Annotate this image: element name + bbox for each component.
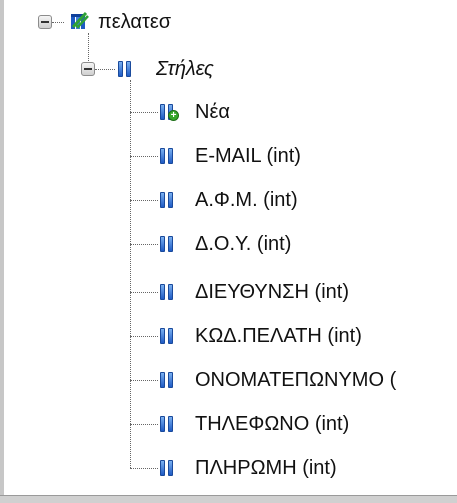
column-item-email[interactable]: E-MAIL (int) (195, 144, 301, 168)
panel-bottom-border (0, 496, 457, 503)
column-item-phone[interactable]: ΤΗΛΕΦΩΝΟ (int) (195, 412, 349, 436)
collapse-columns-toggle[interactable] (81, 62, 95, 76)
tree-connector (130, 156, 158, 157)
columns-icon (118, 61, 134, 77)
panel-left-border (0, 0, 4, 503)
tree-connector (52, 22, 64, 23)
column-item-payment[interactable]: ΠΛΗΡΩΜΗ (int) (195, 456, 337, 480)
minus-icon (41, 21, 49, 23)
column-icon (160, 328, 176, 344)
tree-connector (130, 80, 131, 468)
tree-connector (130, 112, 158, 113)
column-icon (160, 236, 176, 252)
column-icon (160, 192, 176, 208)
column-icon (160, 148, 176, 164)
column-icon (160, 416, 176, 432)
column-item-fullname[interactable]: ΟΝΟΜΑΤΕΠΩΝΥΜΟ ( (195, 368, 396, 392)
tree-connector (130, 468, 158, 469)
tree-connector (130, 292, 158, 293)
add-column-icon: + (160, 104, 179, 121)
column-item-address[interactable]: ΔΙΕΥΘΥΝΣΗ (int) (195, 280, 349, 304)
column-item-doy[interactable]: Δ.Ο.Υ. (int) (195, 232, 291, 256)
tree-connector (130, 336, 158, 337)
new-column-item[interactable]: Νέα (195, 100, 230, 124)
tree-connector (95, 69, 115, 70)
table-icon (71, 11, 89, 29)
tree-connector (130, 424, 158, 425)
minus-icon (84, 68, 92, 70)
column-icon (160, 284, 176, 300)
column-item-customer-code[interactable]: ΚΩΔ.ΠΕΛΑΤΗ (int) (195, 324, 362, 348)
column-item-afm[interactable]: Α.Φ.Μ. (int) (195, 188, 298, 212)
tree-connector (130, 380, 158, 381)
columns-folder-label[interactable]: Στήλες (156, 57, 214, 81)
tree-connector (130, 200, 158, 201)
tree-connector (130, 244, 158, 245)
column-icon (160, 460, 176, 476)
column-icon (160, 372, 176, 388)
collapse-table-toggle[interactable] (38, 15, 52, 29)
table-label[interactable]: πελατεσ (98, 10, 171, 34)
